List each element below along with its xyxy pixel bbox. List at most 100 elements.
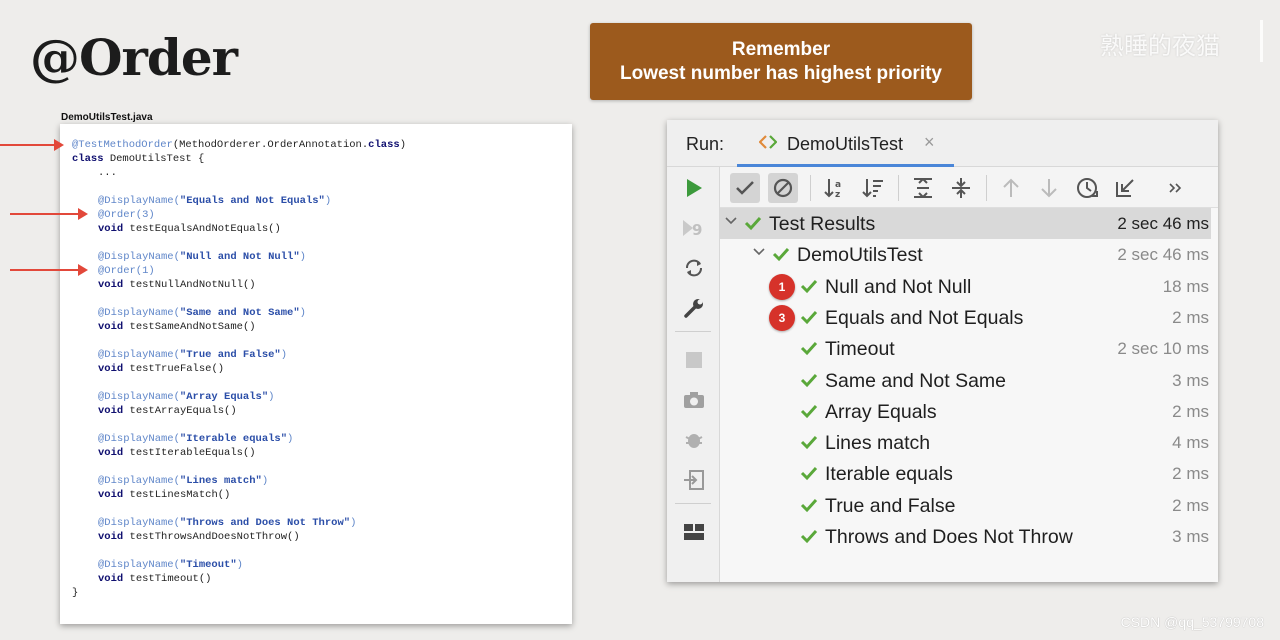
test-case-row[interactable]: 3 Equals and Not Equals 2 ms [720,302,1211,333]
sort-alphabetically-icon[interactable]: az [820,173,850,203]
test-duration: 2 ms [1172,307,1209,327]
annotation-args: (MethodOrderer.OrderAnnotation. [172,139,369,151]
test-name: Timeout [825,338,895,361]
toggle-auto-test-icon[interactable] [681,255,707,281]
display-name-string: "Null and Not Null" [179,251,300,263]
void-keyword: void [98,405,124,417]
test-history-icon[interactable] [1072,173,1102,203]
footer-watermark: CSDN @qq_53799708 [1120,614,1264,630]
toolbar-divider [810,175,811,201]
void-keyword: void [98,321,124,333]
expand-all-icon[interactable] [908,173,938,203]
check-icon [800,340,818,356]
chevron-down-icon[interactable] [752,245,766,259]
show-passed-icon[interactable] [730,173,760,203]
arrow-test-method-order [0,139,64,151]
show-ignored-icon[interactable] [768,173,798,203]
display-name-annotation: @DisplayName("True and False") [98,348,287,362]
import-icon[interactable] [681,467,707,493]
run-label: Run: [686,134,725,154]
display-name-string: "Iterable equals" [179,433,288,445]
check-icon [800,278,818,294]
method-signature: void testEqualsAndNotEquals() [98,222,281,236]
test-name: Same and Not Same [825,369,1007,392]
chevron-down-icon[interactable] [724,214,738,228]
void-keyword: void [98,223,124,235]
camera-icon[interactable] [681,387,707,413]
method-name: testEqualsAndNotEquals() [129,223,281,235]
rerun-failed-icon[interactable]: 9 [681,215,707,241]
test-case-row[interactable]: Iterable equals 2 ms [720,458,1211,489]
test-case-row[interactable]: Throws and Does Not Throw 3 ms [720,521,1211,552]
method-name: testTrueFalse() [129,363,225,375]
check-icon [800,309,818,325]
class-keyword: class [368,139,400,151]
annotation-text: @DisplayName( [98,475,180,487]
void-keyword: void [98,573,124,585]
order-annotation-text: @Order(3) [98,209,155,221]
annotation-close: ) [280,349,288,361]
check-icon [744,215,762,231]
display-name-string: "Lines match" [179,475,262,487]
more-options-icon[interactable] [1160,173,1190,203]
test-class-node[interactable]: DemoUtilsTest 2 sec 46 ms [720,239,1211,270]
ellipsis-line: ... [98,167,117,179]
test-results-root[interactable]: Test Results 2 sec 46 ms [720,208,1211,239]
method-signature: void testIterableEquals() [98,446,256,460]
annotation-close: ) [268,391,275,403]
layout-icon[interactable] [681,519,707,545]
wrench-icon[interactable] [681,295,707,321]
closing-brace: } [72,587,79,599]
class-declaration-line: class DemoUtilsTest { [72,152,204,166]
test-case-row[interactable]: Array Equals 2 ms [720,396,1211,427]
method-name: testNullAndNotNull() [129,279,256,291]
callout-text: Lowest number has highest priority [620,62,942,84]
check-icon [800,403,818,419]
test-duration: 2 ms [1172,495,1209,515]
run-header: Run: DemoUtilsTest × [667,120,1218,167]
annotation-close: ) [399,139,406,151]
display-name-annotation: @DisplayName("Iterable equals") [98,432,293,446]
test-case-row[interactable]: True and False 2 ms [720,490,1211,521]
import-tests-icon[interactable] [1110,173,1140,203]
test-name: Lines match [825,432,931,455]
test-duration: 2 ms [1172,464,1209,484]
annotation-text: @DisplayName( [98,517,180,529]
rerun-icon[interactable] [681,175,707,201]
remember-callout: Remember Lowest number has highest prior… [590,23,972,100]
method-name: testTimeout() [129,573,212,585]
method-signature: void testNullAndNotNull() [98,278,256,292]
display-name-string: "True and False" [179,349,281,361]
annotation-close: ) [350,517,357,529]
check-icon [800,372,818,388]
void-keyword: void [98,363,124,375]
collapse-all-icon[interactable] [946,173,976,203]
tab-demo-utils-test[interactable]: DemoUtilsTest × [737,120,954,167]
previous-failed-icon[interactable] [996,173,1026,203]
arrow-order-1 [10,264,88,276]
class-name: DemoUtilsTest { [103,153,205,165]
display-name-annotation: @DisplayName("Throws and Does Not Throw"… [98,516,356,530]
display-name-annotation: @DisplayName("Timeout") [98,558,243,572]
method-name: testIterableEquals() [129,447,256,459]
test-duration: 2 ms [1172,401,1209,421]
test-case-row[interactable]: Lines match 4 ms [720,427,1211,458]
display-name-annotation: @DisplayName("Lines match") [98,474,268,488]
order-badge: 3 [769,304,795,331]
next-failed-icon[interactable] [1034,173,1064,203]
toolbar-divider [986,175,987,201]
svg-text:z: z [835,190,840,199]
test-case-row[interactable]: Same and Not Same 3 ms [720,365,1211,396]
test-name: True and False [825,494,956,517]
debug-icon[interactable] [681,427,707,453]
method-signature: void testTrueFalse() [98,362,224,376]
close-icon[interactable]: × [924,132,935,153]
sort-by-duration-icon[interactable] [858,173,888,203]
callout-heading: Remember [731,38,831,60]
test-case-row[interactable]: 1 Null and Not Null 18 ms [720,271,1211,302]
test-case-row[interactable]: Timeout 2 sec 10 ms [720,333,1211,364]
annotation-text: @DisplayName( [98,391,180,403]
stop-icon[interactable] [681,347,707,373]
test-name: Throws and Does Not Throw [825,526,1073,548]
test-duration: 2 sec 46 ms [1117,214,1209,233]
